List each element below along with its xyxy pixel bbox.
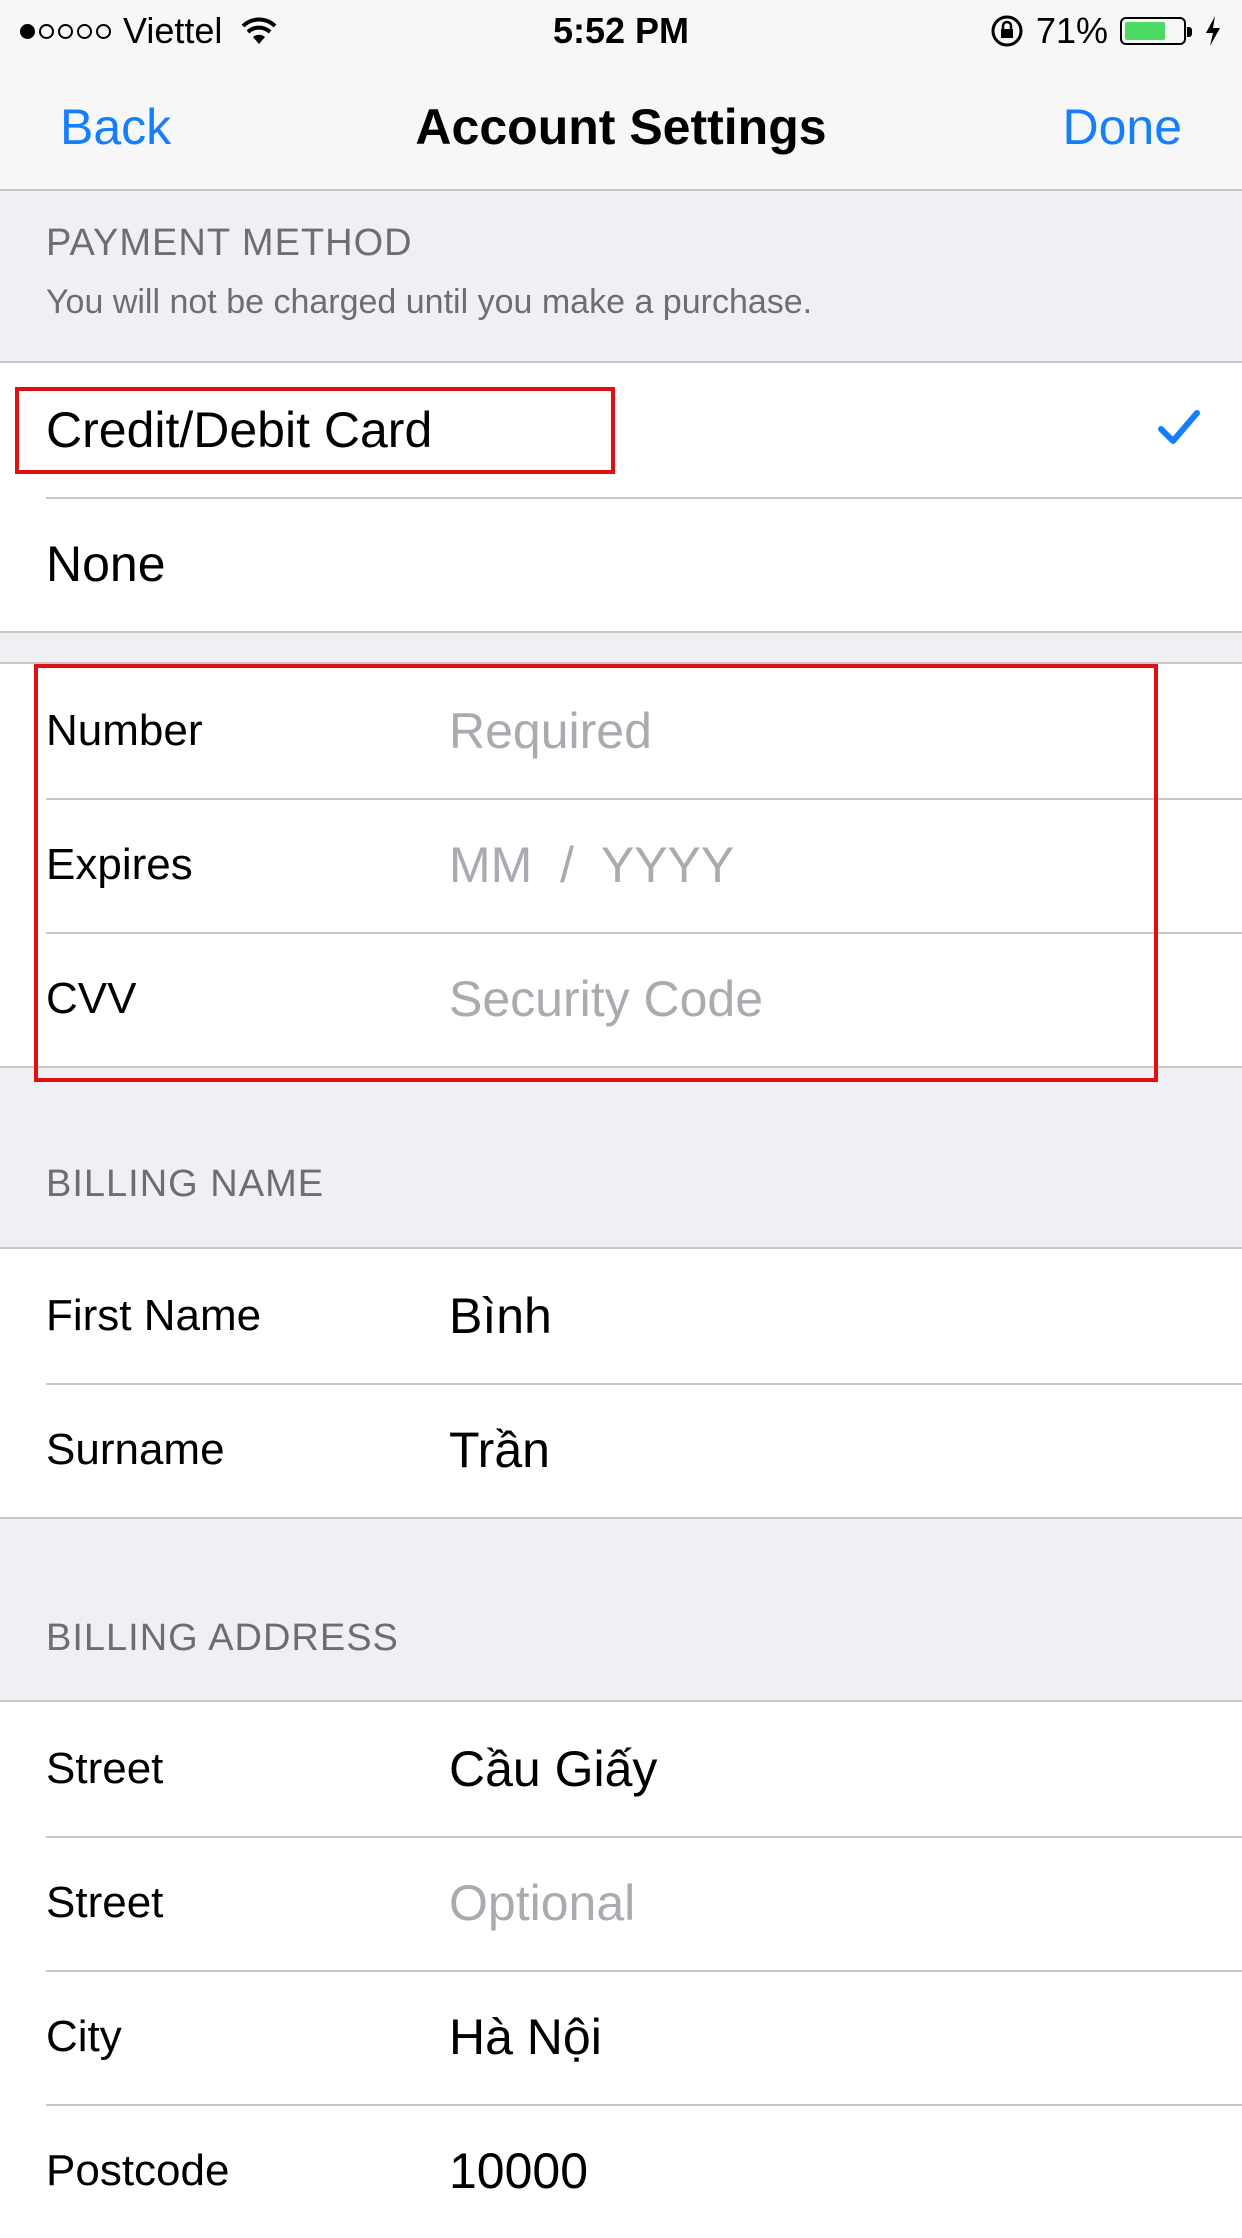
card-number-label: Number bbox=[46, 706, 203, 755]
billing-address-header: BILLING ADDRESS bbox=[46, 1617, 399, 1659]
surname-label: Surname bbox=[46, 1425, 225, 1474]
card-number-row[interactable]: Number Required bbox=[0, 664, 1242, 798]
surname-input[interactable]: Trần bbox=[449, 1383, 550, 1517]
payment-option-label: None bbox=[46, 536, 166, 592]
battery-icon bbox=[1120, 17, 1192, 45]
card-details-group: Number Required Expires MM / YYYY CVV Se… bbox=[0, 662, 1242, 1068]
city-row[interactable]: City Hà Nội bbox=[0, 1970, 1242, 2104]
billing-name-header: BILLING NAME bbox=[46, 1163, 325, 1205]
status-bar: Viettel 5:52 PM 71% bbox=[0, 0, 1242, 60]
postcode-label: Postcode bbox=[46, 2146, 230, 2195]
card-cvv-row[interactable]: CVV Security Code bbox=[0, 932, 1242, 1066]
street-label: Street bbox=[46, 1744, 164, 1793]
street-row[interactable]: Street Cầu Giấy bbox=[0, 1702, 1242, 1836]
page-title: Account Settings bbox=[415, 99, 827, 155]
card-cvv-input[interactable]: Security Code bbox=[449, 932, 763, 1066]
postcode-row[interactable]: Postcode 10000 bbox=[0, 2104, 1242, 2238]
card-number-input[interactable]: Required bbox=[449, 664, 652, 798]
billing-address-group: Street Cầu Giấy Street Optional City Hà … bbox=[0, 1700, 1242, 2238]
first-name-row[interactable]: First Name Bình bbox=[0, 1249, 1242, 1383]
city-input[interactable]: Hà Nội bbox=[449, 1970, 602, 2104]
payment-option-credit-card[interactable]: Credit/Debit Card bbox=[0, 363, 1242, 497]
street-2-input[interactable]: Optional bbox=[449, 1836, 635, 1970]
payment-options-group: Credit/Debit Card None bbox=[0, 361, 1242, 633]
rotation-lock-icon bbox=[991, 15, 1023, 47]
payment-option-none[interactable]: None bbox=[0, 497, 1242, 631]
first-name-input[interactable]: Bình bbox=[449, 1249, 552, 1383]
surname-row[interactable]: Surname Trần bbox=[0, 1383, 1242, 1517]
payment-method-subheader: You will not be charged until you make a… bbox=[46, 283, 813, 321]
street-2-label: Street bbox=[46, 1878, 164, 1927]
billing-name-group: First Name Bình Surname Trần bbox=[0, 1247, 1242, 1519]
card-expires-input[interactable]: MM / YYYY bbox=[449, 798, 734, 932]
first-name-label: First Name bbox=[46, 1291, 262, 1340]
street-2-row[interactable]: Street Optional bbox=[0, 1836, 1242, 1970]
checkmark-icon bbox=[1158, 410, 1200, 444]
card-expires-row[interactable]: Expires MM / YYYY bbox=[0, 798, 1242, 932]
navigation-bar: Back Account Settings Done bbox=[0, 60, 1242, 191]
payment-option-label: Credit/Debit Card bbox=[46, 402, 433, 458]
street-input[interactable]: Cầu Giấy bbox=[449, 1702, 657, 1836]
postcode-input[interactable]: 10000 bbox=[449, 2104, 588, 2238]
city-label: City bbox=[46, 2012, 122, 2061]
payment-method-header: PAYMENT METHOD bbox=[46, 222, 413, 264]
battery-percent: 71% bbox=[1035, 10, 1108, 51]
card-expires-label: Expires bbox=[46, 840, 193, 889]
charging-bolt-icon bbox=[1206, 16, 1220, 46]
done-button[interactable]: Done bbox=[1062, 98, 1182, 156]
card-cvv-label: CVV bbox=[46, 974, 137, 1023]
